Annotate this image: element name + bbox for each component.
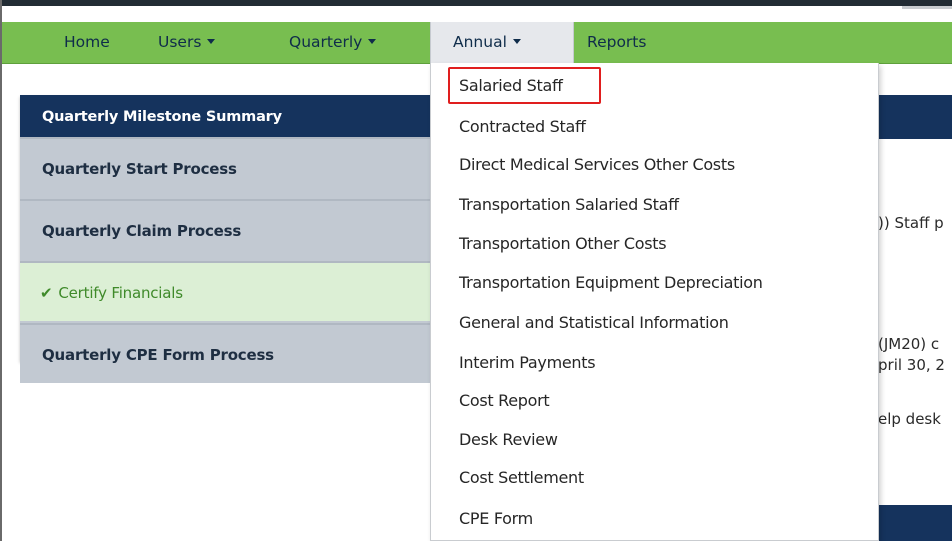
milestone-row-start[interactable]: Quarterly Start Process: [20, 137, 432, 197]
milestone-label: Quarterly Claim Process: [42, 222, 242, 240]
main-navbar: Home Users Quarterly Annual Reports: [2, 22, 952, 64]
nav-users[interactable]: Users: [158, 22, 216, 63]
nav-reports[interactable]: Reports: [587, 22, 646, 63]
nav-users-label: Users: [158, 33, 202, 51]
menu-item-general-and-statistical-information[interactable]: General and Statistical Information: [459, 313, 729, 332]
milestone-row-cpe[interactable]: Quarterly CPE Form Process: [20, 323, 432, 383]
milestone-label: Quarterly Start Process: [42, 160, 237, 178]
panel-title: Quarterly Milestone Summary: [20, 95, 432, 139]
menu-item-desk-review[interactable]: Desk Review: [459, 430, 558, 449]
right-panel-header-lower: [878, 505, 952, 541]
milestone-label: Certify Financials: [58, 284, 183, 302]
menu-item-cost-report[interactable]: Cost Report: [459, 391, 550, 410]
background-text: )) Staff p: [878, 214, 944, 232]
nav-home[interactable]: Home: [64, 22, 110, 63]
caret-down-icon: [368, 39, 377, 44]
nav-annual-label: Annual: [453, 33, 507, 51]
checkmark-icon: ✔: [40, 284, 53, 302]
milestone-row-claim[interactable]: Quarterly Claim Process: [20, 199, 432, 259]
background-text: elp desk: [878, 410, 941, 428]
window-top-edge: [0, 0, 952, 6]
nav-reports-label: Reports: [587, 33, 647, 51]
menu-item-transportation-salaried-staff[interactable]: Transportation Salaried Staff: [459, 195, 679, 214]
background-text: (JM20) c: [878, 335, 940, 353]
nav-annual[interactable]: Annual: [430, 22, 574, 63]
menu-item-contracted-staff[interactable]: Contracted Staff: [459, 117, 586, 136]
annual-dropdown-menu: Salaried Staff Contracted Staff Direct M…: [430, 63, 879, 541]
menu-item-cpe-form[interactable]: CPE Form: [459, 509, 533, 528]
milestone-summary-panel: Quarterly Milestone Summary Quarterly St…: [20, 95, 432, 383]
menu-item-direct-medical-services-other-costs[interactable]: Direct Medical Services Other Costs: [459, 155, 735, 174]
milestone-row-certify[interactable]: ✔ Certify Financials: [20, 261, 432, 321]
menu-item-salaried-staff[interactable]: Salaried Staff: [459, 76, 563, 95]
background-text: pril 30, 2: [878, 356, 945, 374]
menu-item-interim-payments[interactable]: Interim Payments: [459, 353, 596, 372]
caret-down-icon: [207, 39, 216, 44]
nav-quarterly-label: Quarterly: [289, 33, 363, 51]
milestone-label: Quarterly CPE Form Process: [42, 346, 274, 364]
menu-item-transportation-other-costs[interactable]: Transportation Other Costs: [459, 234, 667, 253]
nav-quarterly[interactable]: Quarterly: [289, 22, 377, 63]
window-top-edge-light: [902, 6, 952, 9]
nav-home-label: Home: [64, 33, 110, 51]
window-left-edge: [0, 0, 2, 541]
caret-down-icon: [512, 39, 521, 44]
right-panel-header: [878, 95, 952, 139]
menu-item-transportation-equipment-depreciation[interactable]: Transportation Equipment Depreciation: [459, 273, 763, 292]
menu-item-cost-settlement[interactable]: Cost Settlement: [459, 468, 584, 487]
